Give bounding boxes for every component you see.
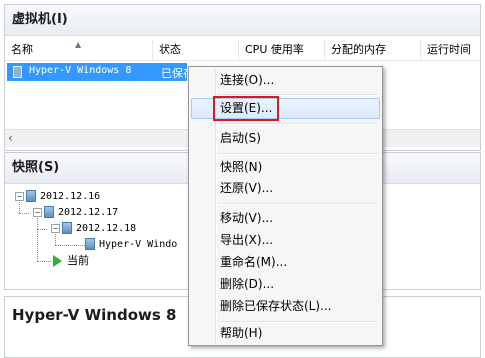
snapshot-node[interactable]: − 2012.12.18: [51, 221, 136, 237]
collapse-icon[interactable]: −: [51, 223, 60, 233]
snapshot-label: 2012.12.18: [76, 223, 137, 234]
snapshot-label: Hyper-V Windo: [99, 239, 178, 250]
menu-item-revert[interactable]: 还原(V)...: [191, 178, 380, 199]
collapse-icon[interactable]: −: [15, 191, 24, 201]
snapshot-icon: [85, 238, 95, 250]
vm-table-header: 名称 ▲ 状态 CPU 使用率 分配的内存 运行时间: [5, 40, 480, 61]
snapshot-node[interactable]: − 2012.12.17: [33, 205, 118, 221]
menu-separator: [219, 203, 379, 205]
virtual-machine-icon: [13, 66, 22, 78]
column-header-memory[interactable]: 分配的内存: [325, 40, 421, 60]
collapse-icon[interactable]: −: [33, 207, 42, 217]
menu-item-start[interactable]: 启动(S): [191, 128, 380, 149]
snapshot-node[interactable]: Hyper-V Windo: [85, 237, 177, 253]
highlight-annotation-box: [213, 96, 279, 121]
menu-item-help[interactable]: 帮助(H): [191, 323, 380, 344]
sort-ascending-icon: ▲: [75, 40, 82, 49]
menu-item-snapshot[interactable]: 快照(N): [191, 157, 380, 178]
menu-item-move[interactable]: 移动(V)...: [191, 208, 380, 229]
snapshot-icon: [26, 190, 36, 202]
column-header-cpu[interactable]: CPU 使用率: [239, 40, 325, 60]
current-state-label: 当前: [67, 254, 89, 267]
vm-name: Hyper-V Windows 8: [29, 65, 132, 76]
column-header-state[interactable]: 状态: [153, 40, 239, 60]
menu-item-delete-saved-state[interactable]: 删除已保存状态(L)...: [191, 296, 380, 317]
play-icon: [53, 255, 62, 267]
menu-item-delete[interactable]: 删除(D)...: [191, 274, 380, 295]
scroll-left-icon[interactable]: ‹: [8, 131, 13, 145]
vm-row[interactable]: Hyper-V Windows 8 已保存: [7, 63, 194, 81]
snapshot-label: 2012.12.16: [40, 191, 101, 202]
menu-item-export[interactable]: 导出(X)...: [191, 230, 380, 251]
snapshot-label: 2012.12.17: [58, 207, 119, 218]
menu-item-rename[interactable]: 重命名(M)...: [191, 252, 380, 273]
virtual-machines-panel-title: 虚拟机(I): [5, 5, 480, 36]
snapshot-node[interactable]: − 2012.12.16: [15, 189, 100, 205]
menu-separator: [219, 153, 379, 155]
column-name-label: 名称: [11, 43, 33, 56]
snapshot-icon: [62, 222, 72, 234]
current-state-node[interactable]: 当前: [53, 253, 89, 269]
column-header-name[interactable]: 名称 ▲: [5, 40, 153, 60]
menu-separator: [219, 123, 379, 125]
menu-item-connect[interactable]: 连接(O)...: [191, 70, 380, 91]
snapshot-icon: [44, 206, 54, 218]
column-header-uptime[interactable]: 运行时间: [421, 40, 481, 60]
